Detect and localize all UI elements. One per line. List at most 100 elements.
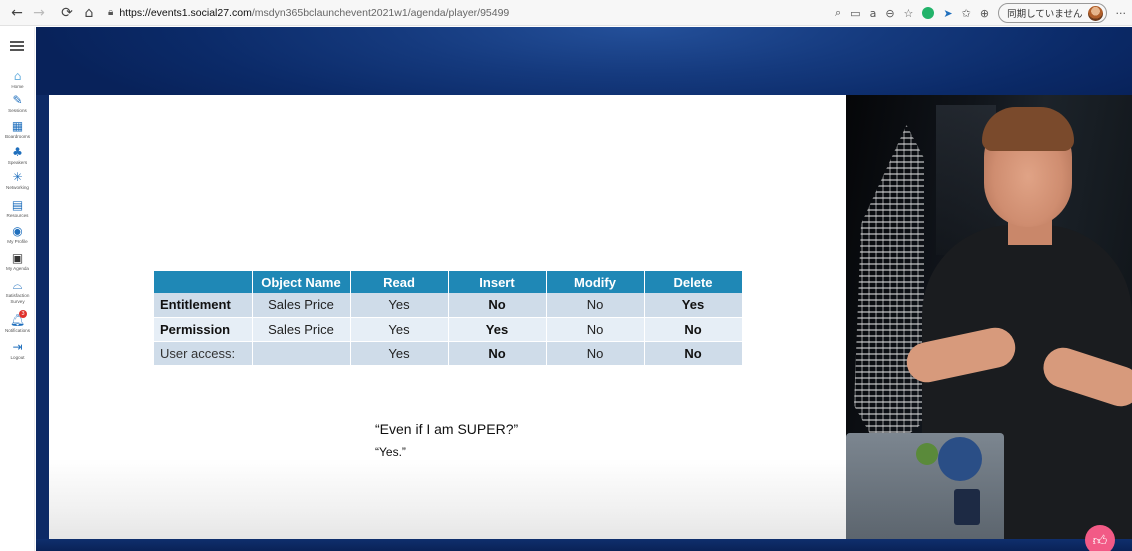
sidebar-item-speakers[interactable]: ♣ Speakers — [0, 145, 35, 166]
collections-icon[interactable]: ⊕ — [980, 7, 989, 20]
read-aloud-icon[interactable]: a — [870, 7, 877, 20]
column-header: Insert — [448, 271, 547, 293]
sidebar-item-sessions[interactable]: ✎ Sessions — [0, 93, 35, 114]
sidebar-item-label: Sessions — [8, 108, 27, 113]
table-cell: No — [448, 293, 547, 318]
row-header: Entitlement — [154, 293, 253, 318]
slide-quote-question: “Even if I am SUPER?” — [375, 421, 519, 437]
slide-quote-answer: “Yes.” — [375, 445, 406, 459]
led-wall-backdrop — [854, 125, 924, 455]
table-cell: Yes — [448, 317, 547, 342]
sidebar-item-resources[interactable]: ▤ Resources — [0, 198, 35, 219]
profile-sync-button[interactable]: 同期していません — [998, 3, 1107, 23]
table-cell: No — [546, 293, 645, 318]
table-cell: Yes — [350, 293, 449, 318]
sidebar-item-networking[interactable]: ✳ Networking — [0, 170, 35, 191]
session-player[interactable]: Object Name Read Insert Modify Delete En… — [36, 27, 1132, 551]
browser-toolbar: ← → ⟳ ⌂ 🔒︎ https://events1.social27.com /… — [0, 0, 1132, 26]
table-header-row: Object Name Read Insert Modify Delete — [154, 271, 743, 293]
event-banner — [36, 27, 1132, 95]
networking-icon: ✳ — [12, 170, 23, 184]
resources-icon: ▤ — [11, 198, 24, 212]
favorites-icon[interactable]: ✩ — [962, 7, 971, 20]
sidebar-item-label: Resources — [6, 213, 29, 218]
table-cell: No — [644, 341, 743, 366]
table-cell: No — [644, 317, 743, 342]
lock-icon: 🔒︎ — [108, 7, 114, 18]
laptop-sticker — [916, 443, 938, 465]
hamburger-menu-icon[interactable] — [10, 41, 24, 51]
column-header: Modify — [546, 271, 645, 293]
sidebar-item-label: Speakers — [7, 160, 28, 165]
table-cell: No — [546, 341, 645, 366]
column-header: Object Name — [252, 271, 351, 293]
table-cell: No — [448, 341, 547, 366]
extension-blue-icon[interactable]: ➤ — [943, 7, 952, 20]
immersive-reader-icon[interactable]: ▭ — [850, 7, 860, 20]
sidebar-item-label: Notifications — [4, 328, 31, 333]
app-sidebar: ⌂ Home ✎ Sessions ▦ Boardrooms ♣ Speaker… — [0, 27, 35, 551]
permissions-table: Object Name Read Insert Modify Delete En… — [154, 271, 743, 366]
table-cell — [252, 341, 351, 366]
laptop-sticker — [938, 437, 982, 481]
sync-status-label: 同期していません — [1007, 9, 1083, 20]
extension-green-icon[interactable] — [922, 7, 935, 19]
calendar-icon: ▣ — [11, 251, 24, 265]
thumbs-up-icon: 👍︎ — [1092, 532, 1108, 549]
home-button-icon[interactable]: ⌂ — [78, 2, 100, 24]
avatar — [1087, 5, 1103, 21]
like-button[interactable]: 👍︎ — [1085, 525, 1115, 551]
sidebar-item-boardrooms[interactable]: ▦ Boardrooms — [0, 119, 35, 140]
table-row: Entitlement Sales Price Yes No No Yes — [154, 293, 743, 318]
column-header: Read — [350, 271, 449, 293]
speaker-video — [846, 95, 1132, 539]
sidebar-item-label: Networking — [6, 185, 29, 190]
table-cell: Yes — [350, 341, 449, 366]
table-row: User access: Yes No No No — [154, 341, 743, 366]
sidebar-item-notifications[interactable]: 🔔︎ 3 Notifications — [0, 310, 35, 334]
column-header — [154, 271, 253, 293]
table-cell: Yes — [350, 317, 449, 342]
sidebar-item-my-agenda[interactable]: ▣ My Agenda — [0, 251, 35, 272]
browser-tools: ⌕ ▭ a ⊖ ☆ ➤ ✩ ⊕ 同期していません ··· — [835, 3, 1126, 23]
sidebar-item-satisfaction-survey[interactable]: ⌓ Satisfaction Survey — [0, 278, 35, 304]
back-icon[interactable]: ← — [6, 2, 28, 24]
refresh-icon[interactable]: ⟳ — [56, 2, 78, 24]
row-header: User access: — [154, 341, 253, 366]
url-path: /msdyn365bclaunchevent2021w1/agenda/play… — [251, 6, 510, 19]
search-icon[interactable]: ⌕ — [835, 6, 841, 20]
sidebar-item-logout[interactable]: ⇥ Logout — [0, 340, 35, 361]
laptop-sticker — [954, 489, 980, 525]
laptop — [846, 433, 1004, 539]
logout-icon: ⇥ — [12, 340, 23, 354]
speaker-hair — [982, 107, 1074, 151]
zoom-icon[interactable]: ⊖ — [885, 7, 894, 20]
pencil-icon: ✎ — [12, 93, 23, 107]
table-cell: Sales Price — [252, 293, 351, 318]
table-cell: Sales Price — [252, 317, 351, 342]
more-menu-icon[interactable]: ··· — [1116, 7, 1127, 20]
sidebar-item-my-profile[interactable]: ◉ My Profile — [0, 224, 35, 245]
survey-icon: ⌓ — [12, 278, 23, 292]
column-header: Delete — [644, 271, 743, 293]
row-header: Permission — [154, 317, 253, 342]
boardroom-icon: ▦ — [11, 119, 24, 133]
forward-icon[interactable]: → — [28, 2, 50, 24]
table-cell: Yes — [644, 293, 743, 318]
speaker-icon: ♣ — [12, 145, 23, 159]
player-bottom-band — [36, 539, 1132, 551]
sidebar-item-label: My Agenda — [6, 266, 29, 271]
table-row: Permission Sales Price Yes Yes No No — [154, 317, 743, 342]
add-favorite-icon[interactable]: ☆ — [904, 7, 914, 20]
table-cell: No — [546, 317, 645, 342]
presentation-slide: Object Name Read Insert Modify Delete En… — [49, 95, 846, 539]
sidebar-item-home[interactable]: ⌂ Home — [0, 69, 35, 90]
address-bar[interactable]: 🔒︎ https://events1.social27.com/msdyn365… — [108, 7, 509, 19]
sidebar-item-label: Satisfaction Survey — [5, 293, 30, 304]
url-host: https://events1.social27.com — [119, 6, 252, 19]
sidebar-item-label: Logout — [10, 355, 25, 360]
notification-count-badge: 3 — [19, 310, 27, 318]
home-icon: ⌂ — [13, 69, 22, 83]
sidebar-item-label: Boardrooms — [4, 134, 31, 139]
profile-icon: ◉ — [12, 224, 23, 238]
